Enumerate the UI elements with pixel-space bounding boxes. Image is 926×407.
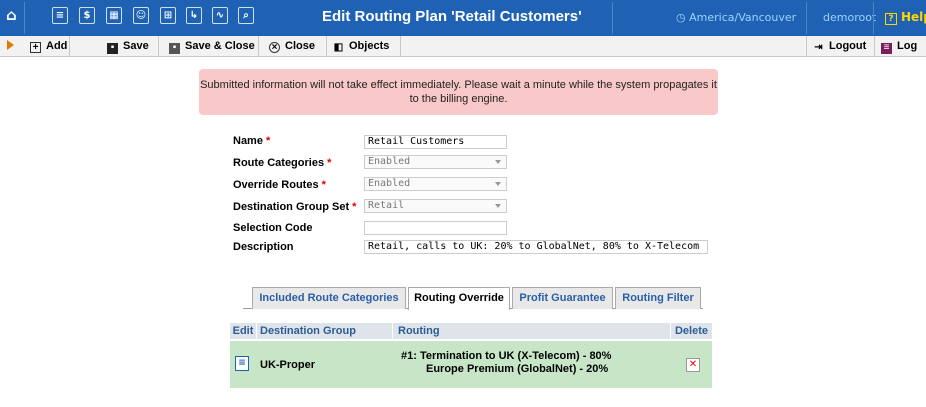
toolbar: + Add ▪ Save ▪ Save & Close × Close ◧ Objects… <box>0 36 926 57</box>
chart-icon[interactable]: ∿ <box>212 7 228 24</box>
save-button[interactable]: ▪ Save <box>101 36 159 57</box>
name-field[interactable]: Retail Customers <box>364 135 507 149</box>
override-routes-label: Override Routes * <box>233 179 326 191</box>
chevron-down-icon <box>495 160 501 164</box>
description-label: Description <box>233 241 294 253</box>
close-icon: × <box>269 42 280 53</box>
username-link[interactable]: demoroot <box>823 11 876 24</box>
tab-routing-filter[interactable]: Routing Filter <box>615 287 701 309</box>
play-arrow-icon <box>7 40 14 50</box>
route-categories-select[interactable]: Enabled <box>364 155 507 169</box>
close-button[interactable]: × Close <box>263 36 327 57</box>
required-marker: * <box>327 157 332 169</box>
required-marker: * <box>321 179 326 191</box>
name-label: Name * <box>233 135 270 147</box>
clock-icon: ◷ <box>676 11 690 24</box>
help-link[interactable]: ? Help <box>885 10 926 25</box>
destination-group-set-select[interactable]: Retail <box>364 199 507 213</box>
column-header-edit: Edit <box>230 323 256 340</box>
objects-icon: ◧ <box>333 42 344 53</box>
edit-icon[interactable]: ≡ <box>235 356 249 371</box>
dollar-icon[interactable]: $ <box>79 7 95 24</box>
log-button[interactable]: ≡ Log <box>875 36 926 57</box>
floppy-close-icon: ▪ <box>169 43 180 54</box>
grid-icon[interactable]: ▦ <box>106 7 122 24</box>
top-navigation-bar: ⌂ ≡ $ ▦ ☺ ⊞ ↳ ∿ ⌕ Edit Routing Plan 'Ret… <box>0 0 926 36</box>
add-button[interactable]: + Add <box>24 36 70 57</box>
route-categories-label-text: Route Categories <box>233 157 325 169</box>
destination-group-set-label-text: Destination Group Set <box>233 201 350 213</box>
override-routes-value: Enabled <box>368 178 411 189</box>
override-routes-select[interactable]: Enabled <box>364 177 507 191</box>
logout-icon: ⇥ <box>814 42 823 53</box>
divider <box>612 2 613 34</box>
chevron-down-icon <box>495 204 501 208</box>
save-close-label: Save & Close <box>185 40 255 52</box>
floppy-icon: ▪ <box>107 43 118 54</box>
search-icon[interactable]: ⌕ <box>238 7 254 24</box>
objects-button[interactable]: ◧ Objects <box>327 36 401 57</box>
destination-group-set-value: Retail <box>368 200 405 211</box>
route-categories-label: Route Categories * <box>233 157 331 169</box>
split-icon[interactable]: ⊞ <box>160 7 176 24</box>
timezone-label: America/Vancouver <box>689 11 797 24</box>
save-close-button[interactable]: ▪ Save & Close <box>163 36 259 57</box>
tab-routing-override[interactable]: Routing Override <box>408 287 510 310</box>
divider <box>24 2 25 34</box>
required-marker: * <box>265 135 271 147</box>
route-categories-value: Enabled <box>368 156 411 167</box>
routing-line-2: Europe Premium (GlobalNet) - 20% <box>426 363 609 375</box>
description-field[interactable]: Retail, calls to UK: 20% to GlobalNet, 8… <box>364 240 708 254</box>
destination-group-set-label: Destination Group Set * <box>233 201 356 213</box>
divider <box>806 2 807 34</box>
plus-icon: + <box>30 42 41 53</box>
override-routes-label-text: Override Routes <box>233 179 319 191</box>
logout-button[interactable]: ⇥ Logout <box>806 36 875 57</box>
tab-profit-guarantee[interactable]: Profit Guarantee <box>512 287 613 309</box>
close-label: Close <box>285 40 315 52</box>
column-header-destination-group: Destination Group <box>257 323 392 340</box>
destination-group-cell: UK-Proper <box>260 359 316 371</box>
route-icon[interactable]: ↳ <box>186 7 202 24</box>
logout-label: Logout <box>829 40 867 52</box>
log-label: Log <box>897 40 918 52</box>
log-icon: ≡ <box>881 43 892 54</box>
person-icon[interactable]: ☺ <box>133 7 149 24</box>
save-label: Save <box>123 40 149 52</box>
required-marker: * <box>352 201 357 213</box>
tab-included-route-categories[interactable]: Included Route Categories <box>252 287 406 309</box>
timezone-link[interactable]: ◷ America/Vancouver <box>676 11 796 24</box>
name-label-text: Name <box>233 135 263 147</box>
selection-code-label: Selection Code <box>233 222 313 234</box>
help-label: Help <box>901 10 926 24</box>
selection-code-field[interactable] <box>364 221 507 235</box>
routing-line-1: #1: Termination to UK (X-Telecom) - 80% <box>401 350 612 362</box>
add-label: Add <box>46 40 68 52</box>
page-title: Edit Routing Plan 'Retail Customers' <box>322 8 582 25</box>
notice-banner: Submitted information will not take effe… <box>199 69 718 115</box>
column-header-routing: Routing <box>393 323 670 340</box>
question-icon: ? <box>885 13 897 25</box>
list-icon[interactable]: ≡ <box>52 7 68 24</box>
chevron-down-icon <box>495 182 501 186</box>
home-icon[interactable]: ⌂ <box>6 6 17 24</box>
column-header-delete: Delete <box>671 323 712 340</box>
divider <box>873 2 874 34</box>
objects-label: Objects <box>349 40 390 52</box>
delete-icon[interactable]: ✕ <box>686 358 700 372</box>
